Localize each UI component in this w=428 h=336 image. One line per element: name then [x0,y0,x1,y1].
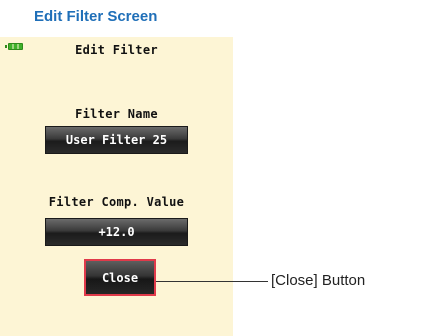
filter-comp-value-button[interactable]: +12.0 [45,218,188,246]
close-button-label: Close [86,261,154,294]
filter-name-label: Filter Name [75,107,158,121]
callout-label: [Close] Button [271,272,366,289]
filter-name-button[interactable]: User Filter 25 [45,126,188,154]
screen-title: Edit Filter [75,43,158,57]
callout-line [156,281,268,282]
close-button[interactable]: Close [84,259,156,296]
filter-comp-label: Filter Comp. Value [48,195,185,209]
page-heading: Edit Filter Screen [34,8,158,25]
